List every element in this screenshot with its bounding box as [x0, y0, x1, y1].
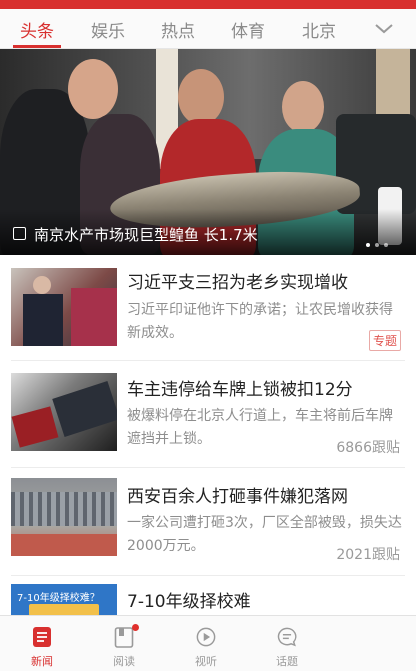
hero-person [178, 69, 224, 125]
nav-news[interactable]: 新闻 [12, 616, 72, 671]
topic-badge: 专题 [368, 330, 401, 351]
news-icon [33, 627, 51, 647]
tab-sports[interactable]: 体育 [231, 17, 265, 42]
active-tab-indicator [13, 45, 61, 48]
hero-caption: 南京水产市场现巨型鳇鱼 长1.7米 [34, 226, 258, 244]
play-icon [196, 627, 216, 647]
news-title: 7-10年级择校难 [127, 592, 251, 612]
bottom-navigation: 新闻 阅读 视听 话题 [0, 615, 416, 671]
tab-hot[interactable]: 热点 [161, 17, 195, 42]
comment-count: 6866跟贴 [336, 440, 400, 456]
news-title: 车主违停给车牌上锁被扣12分 [127, 380, 353, 400]
chevron-down-icon[interactable] [374, 19, 394, 39]
news-description: 习近平印证他许下的承诺；让农民增收获得新成效。 [127, 302, 393, 341]
news-item[interactable]: 7-10年级择校难？ 7-10年级择校难 [0, 576, 416, 616]
news-thumbnail: 7-10年级择校难？ [11, 584, 117, 616]
tab-entertainment[interactable]: 娱乐 [91, 17, 125, 42]
nav-label: 新闻 [31, 655, 53, 668]
news-item[interactable]: 习近平支三招为老乡实现增收 习近平印证他许下的承诺；让农民增收获得新成效。 专题 [0, 255, 416, 360]
channel-tabs: 头条 娱乐 热点 体育 北京 [0, 9, 416, 49]
tab-beijing[interactable]: 北京 [302, 17, 336, 42]
hero-person [282, 81, 324, 133]
gallery-icon [13, 227, 26, 240]
news-thumbnail [11, 268, 117, 346]
news-item[interactable]: 车主违停给车牌上锁被扣12分 被爆料停在北京人行道上，车主将前后车牌遮挡并上锁。… [0, 361, 416, 467]
topic-icon [277, 627, 297, 647]
carousel-dot [384, 243, 388, 247]
carousel-dots [366, 232, 393, 251]
hero-banner[interactable]: 南京水产市场现巨型鳇鱼 长1.7米 [0, 49, 416, 255]
news-item[interactable]: 西安百余人打砸事件嫌犯落网 一家公司遭打砸3次，厂区全部被毁，损失达2000万元… [0, 468, 416, 575]
carousel-dot [375, 243, 379, 247]
carousel-dot [366, 243, 370, 247]
hero-person [68, 59, 118, 119]
notification-dot [132, 624, 139, 631]
nav-label: 阅读 [113, 655, 135, 668]
status-bar [0, 0, 416, 9]
reading-icon [114, 627, 134, 648]
nav-label: 视听 [195, 655, 217, 668]
news-title: 习近平支三招为老乡实现增收 [127, 273, 348, 293]
thumbnail-text: 7-10年级择校难？ [17, 593, 100, 604]
news-thumbnail [11, 373, 117, 451]
comment-count: 2021跟贴 [336, 547, 400, 563]
tab-headline[interactable]: 头条 [20, 17, 54, 42]
news-thumbnail [11, 478, 117, 556]
nav-reading[interactable]: 阅读 [94, 616, 154, 671]
nav-video[interactable]: 视听 [176, 616, 236, 671]
nav-label: 话题 [276, 655, 298, 668]
news-title: 西安百余人打砸事件嫌犯落网 [127, 487, 348, 507]
nav-topic[interactable]: 话题 [257, 616, 317, 671]
